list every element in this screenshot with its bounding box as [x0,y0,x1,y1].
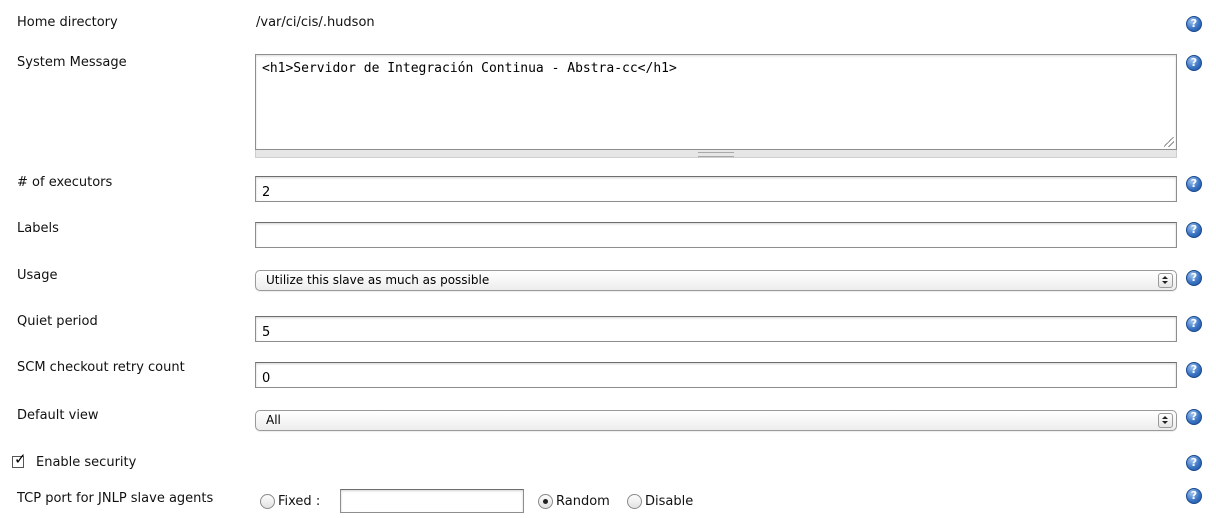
help-icon[interactable]: ? [1186,222,1202,238]
tcp-random-label[interactable]: Random [556,494,610,509]
home-directory-label: Home directory [17,15,118,30]
executors-label: # of executors [17,175,113,190]
tcp-port-label: TCP port for JNLP slave agents [17,491,214,506]
select-arrows-icon [1158,413,1173,428]
tcp-disable-radio[interactable] [627,494,642,509]
help-icon[interactable]: ? [1186,455,1202,471]
usage-selected-value: Utilize this slave as much as possible [266,273,490,287]
help-icon[interactable]: ? [1186,55,1202,71]
textarea-resize-handle[interactable] [255,150,1177,158]
scm-retry-input[interactable] [255,362,1177,388]
quiet-period-label: Quiet period [17,314,98,329]
system-message-text: <h1>Servidor de Integración Continua - A… [262,61,677,76]
default-view-select[interactable]: All [255,410,1177,431]
home-directory-value: /var/ci/cis/.hudson [256,15,375,30]
tcp-fixed-label[interactable]: Fixed : [278,494,320,509]
usage-select[interactable]: Utilize this slave as much as possible [255,270,1177,291]
labels-input[interactable] [255,222,1177,248]
tcp-random-radio[interactable] [538,494,553,509]
tcp-fixed-port-input[interactable] [340,489,524,513]
enable-security-label[interactable]: Enable security [36,455,136,470]
usage-label: Usage [17,268,58,283]
enable-security-checkbox[interactable]: ✓ [12,452,27,468]
executors-input[interactable] [255,176,1177,202]
tcp-disable-label[interactable]: Disable [645,494,693,509]
help-icon[interactable]: ? [1186,270,1202,286]
select-arrows-icon [1158,273,1173,288]
textarea-resize-grip-icon[interactable] [1164,137,1174,147]
system-message-textarea[interactable]: <h1>Servidor de Integración Continua - A… [255,54,1177,150]
help-icon[interactable]: ? [1186,16,1202,32]
scm-retry-label: SCM checkout retry count [17,360,185,375]
help-icon[interactable]: ? [1186,362,1202,378]
default-view-label: Default view [17,408,99,423]
default-view-selected-value: All [266,413,281,427]
labels-label: Labels [17,221,59,236]
help-icon[interactable]: ? [1186,409,1202,425]
quiet-period-input[interactable] [255,316,1177,342]
help-icon[interactable]: ? [1186,488,1202,504]
checkmark-icon: ✓ [14,450,27,468]
resize-handle-icon [698,152,734,157]
help-icon[interactable]: ? [1186,316,1202,332]
system-message-label: System Message [17,55,127,70]
help-icon[interactable]: ? [1186,176,1202,192]
tcp-fixed-radio[interactable] [260,494,275,509]
